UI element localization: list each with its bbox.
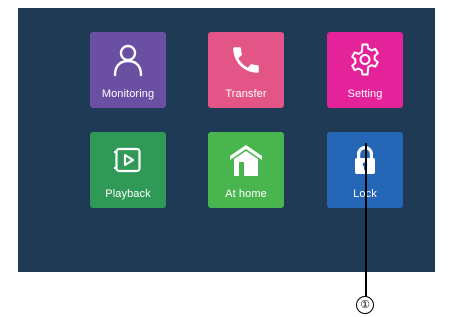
playback-button[interactable]: Playback (90, 132, 166, 208)
phone-icon (208, 42, 284, 78)
transfer-button[interactable]: Transfer (208, 32, 284, 108)
play-screen-icon (90, 142, 166, 178)
playback-label: Playback (105, 188, 151, 200)
at-home-button[interactable]: At home (208, 132, 284, 208)
callout-marker: ① (356, 296, 374, 314)
person-icon (90, 42, 166, 78)
at-home-label: At home (225, 188, 267, 200)
gear-icon (327, 42, 403, 78)
monitoring-label: Monitoring (101, 88, 155, 100)
setting-label: Setting (347, 88, 383, 100)
monitoring-button[interactable]: Monitoring (90, 32, 166, 108)
home-screen: Monitoring Transfer Setting Playback At … (18, 8, 435, 272)
setting-button[interactable]: Setting (327, 32, 403, 108)
house-icon (208, 142, 284, 178)
callout-line (365, 143, 367, 297)
transfer-label: Transfer (225, 88, 267, 100)
